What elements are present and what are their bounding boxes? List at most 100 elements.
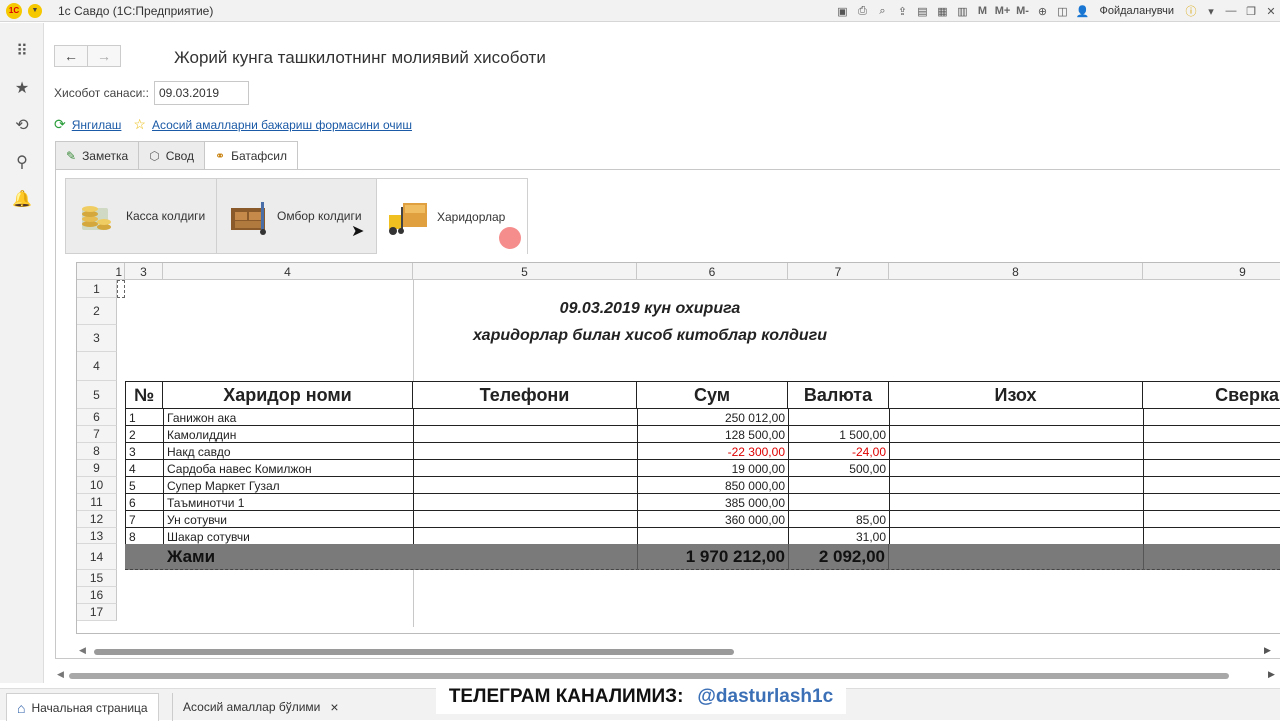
refresh-icon[interactable]: ⟳: [54, 116, 66, 133]
sheet-horizontal-scrollbar[interactable]: ◀ ▶: [76, 646, 1280, 658]
scroll-left-icon[interactable]: ◀: [57, 669, 64, 680]
upload-icon[interactable]: ⇪: [894, 2, 912, 20]
table-cell[interactable]: [1143, 528, 1280, 545]
row-header[interactable]: 12: [77, 511, 117, 528]
currency-cell[interactable]: 1 500,00: [788, 426, 889, 443]
info-icon[interactable]: ⓘ: [1182, 2, 1200, 20]
row-number-cell[interactable]: 7: [125, 511, 163, 528]
row-number-cell[interactable]: 8: [125, 528, 163, 545]
row-number-cell[interactable]: 5: [125, 477, 163, 494]
table-cell[interactable]: [413, 511, 637, 528]
restore-icon[interactable]: ❐: [1242, 2, 1260, 20]
table-cell[interactable]: [889, 477, 1143, 494]
table-cell[interactable]: [889, 528, 1143, 545]
table-cell[interactable]: [413, 409, 637, 426]
tab-notes[interactable]: ✎ Заметка: [55, 141, 139, 169]
user-name[interactable]: Фойдаланувчи: [1100, 5, 1175, 17]
row-header[interactable]: 11: [77, 494, 117, 511]
currency-cell[interactable]: [788, 409, 889, 426]
tab-warehouse-balance[interactable]: Омбор колдиги ➤: [216, 178, 377, 254]
history-icon[interactable]: ⟲: [12, 115, 32, 135]
table-cell[interactable]: [413, 477, 637, 494]
row-header[interactable]: 16: [77, 587, 117, 604]
column-header[interactable]: 4: [163, 263, 413, 280]
dropdown-icon[interactable]: ▾: [1202, 2, 1220, 20]
currency-cell[interactable]: [788, 477, 889, 494]
row-header[interactable]: 7: [77, 426, 117, 443]
row-number-cell[interactable]: 4: [125, 460, 163, 477]
sum-cell[interactable]: -22 300,00: [637, 443, 788, 460]
table-cell[interactable]: [889, 409, 1143, 426]
report-spreadsheet[interactable]: 1 3 4 5 6 7 8 9 123456789101112131415161…: [76, 262, 1280, 634]
scroll-left-icon[interactable]: ◀: [79, 645, 86, 656]
printer-icon[interactable]: ▤: [914, 2, 932, 20]
row-header[interactable]: 2: [77, 298, 117, 325]
row-header[interactable]: 1: [77, 280, 117, 298]
sum-cell[interactable]: 128 500,00: [637, 426, 788, 443]
table-cell[interactable]: [413, 443, 637, 460]
calendar-icon[interactable]: ▥: [954, 2, 972, 20]
date-field[interactable]: [154, 81, 249, 105]
minimize-icon[interactable]: —: [1222, 2, 1240, 20]
table-cell[interactable]: [889, 426, 1143, 443]
table-cell[interactable]: [1143, 494, 1280, 511]
table-cell[interactable]: [413, 494, 637, 511]
memory-plus-button[interactable]: M+: [994, 2, 1012, 20]
table-cell[interactable]: [1143, 409, 1280, 426]
table-cell[interactable]: [1143, 460, 1280, 477]
column-header[interactable]: 9: [1143, 263, 1280, 280]
scroll-right-icon[interactable]: ▶: [1268, 669, 1275, 680]
table-cell[interactable]: [1143, 477, 1280, 494]
column-header[interactable]: 8: [889, 263, 1143, 280]
table-cell[interactable]: [413, 426, 637, 443]
sum-cell[interactable]: 850 000,00: [637, 477, 788, 494]
customer-name-cell[interactable]: Накд савдо: [163, 443, 413, 460]
column-header[interactable]: 7: [788, 263, 889, 280]
scroll-thumb[interactable]: [69, 673, 1229, 679]
forward-button[interactable]: →: [87, 45, 121, 67]
zoom-icon[interactable]: ⊕: [1034, 2, 1052, 20]
main-menu-icon[interactable]: ▼: [28, 4, 42, 18]
row-number-cell[interactable]: 6: [125, 494, 163, 511]
refresh-link[interactable]: Янгилаш: [72, 118, 122, 132]
apps-grid-icon[interactable]: ⠿: [12, 41, 32, 61]
tab-home-page[interactable]: ⌂ Начальная страница: [6, 693, 159, 721]
row-number-cell[interactable]: 3: [125, 443, 163, 460]
sum-cell[interactable]: [637, 528, 788, 545]
customer-name-cell[interactable]: Камолиддин: [163, 426, 413, 443]
customer-name-cell[interactable]: Таъминотчи 1: [163, 494, 413, 511]
table-cell[interactable]: [1143, 511, 1280, 528]
selected-cell[interactable]: [117, 280, 125, 298]
table-cell[interactable]: [889, 443, 1143, 460]
tab-main-operations[interactable]: Асосий амаллар бўлими ×: [172, 693, 349, 721]
scroll-thumb[interactable]: [94, 649, 734, 655]
row-header[interactable]: 10: [77, 477, 117, 494]
sum-cell[interactable]: 360 000,00: [637, 511, 788, 528]
preview-icon[interactable]: ⌕: [874, 2, 892, 20]
row-header[interactable]: 4: [77, 352, 117, 381]
customer-name-cell[interactable]: Сардоба навес Комилжон: [163, 460, 413, 477]
customer-name-cell[interactable]: Шакар сотувчи: [163, 528, 413, 545]
table-cell[interactable]: [413, 528, 637, 545]
row-number-cell[interactable]: 1: [125, 409, 163, 426]
tab-summary[interactable]: ⬡ Свод: [138, 141, 205, 169]
row-header[interactable]: 9: [77, 460, 117, 477]
open-main-form-link[interactable]: Асосий амалларни бажариш формасини очиш: [152, 118, 412, 132]
currency-cell[interactable]: [788, 494, 889, 511]
close-icon[interactable]: ✕: [1262, 2, 1280, 20]
row-header[interactable]: 14: [77, 544, 117, 570]
print-icon[interactable]: ⎙: [854, 2, 872, 20]
currency-cell[interactable]: 85,00: [788, 511, 889, 528]
customer-name-cell[interactable]: Супер Маркет Гузал: [163, 477, 413, 494]
search-icon[interactable]: ⚲: [12, 152, 32, 172]
sum-cell[interactable]: 19 000,00: [637, 460, 788, 477]
row-number-cell[interactable]: 2: [125, 426, 163, 443]
column-header[interactable]: 1: [77, 263, 125, 280]
column-header[interactable]: 3: [125, 263, 163, 280]
table-cell[interactable]: [1143, 443, 1280, 460]
column-header[interactable]: 5: [413, 263, 637, 280]
memory-minus-button[interactable]: M-: [1014, 2, 1032, 20]
favorites-star-icon[interactable]: ★: [12, 78, 32, 98]
sum-cell[interactable]: 250 012,00: [637, 409, 788, 426]
customer-name-cell[interactable]: Ун сотувчи: [163, 511, 413, 528]
